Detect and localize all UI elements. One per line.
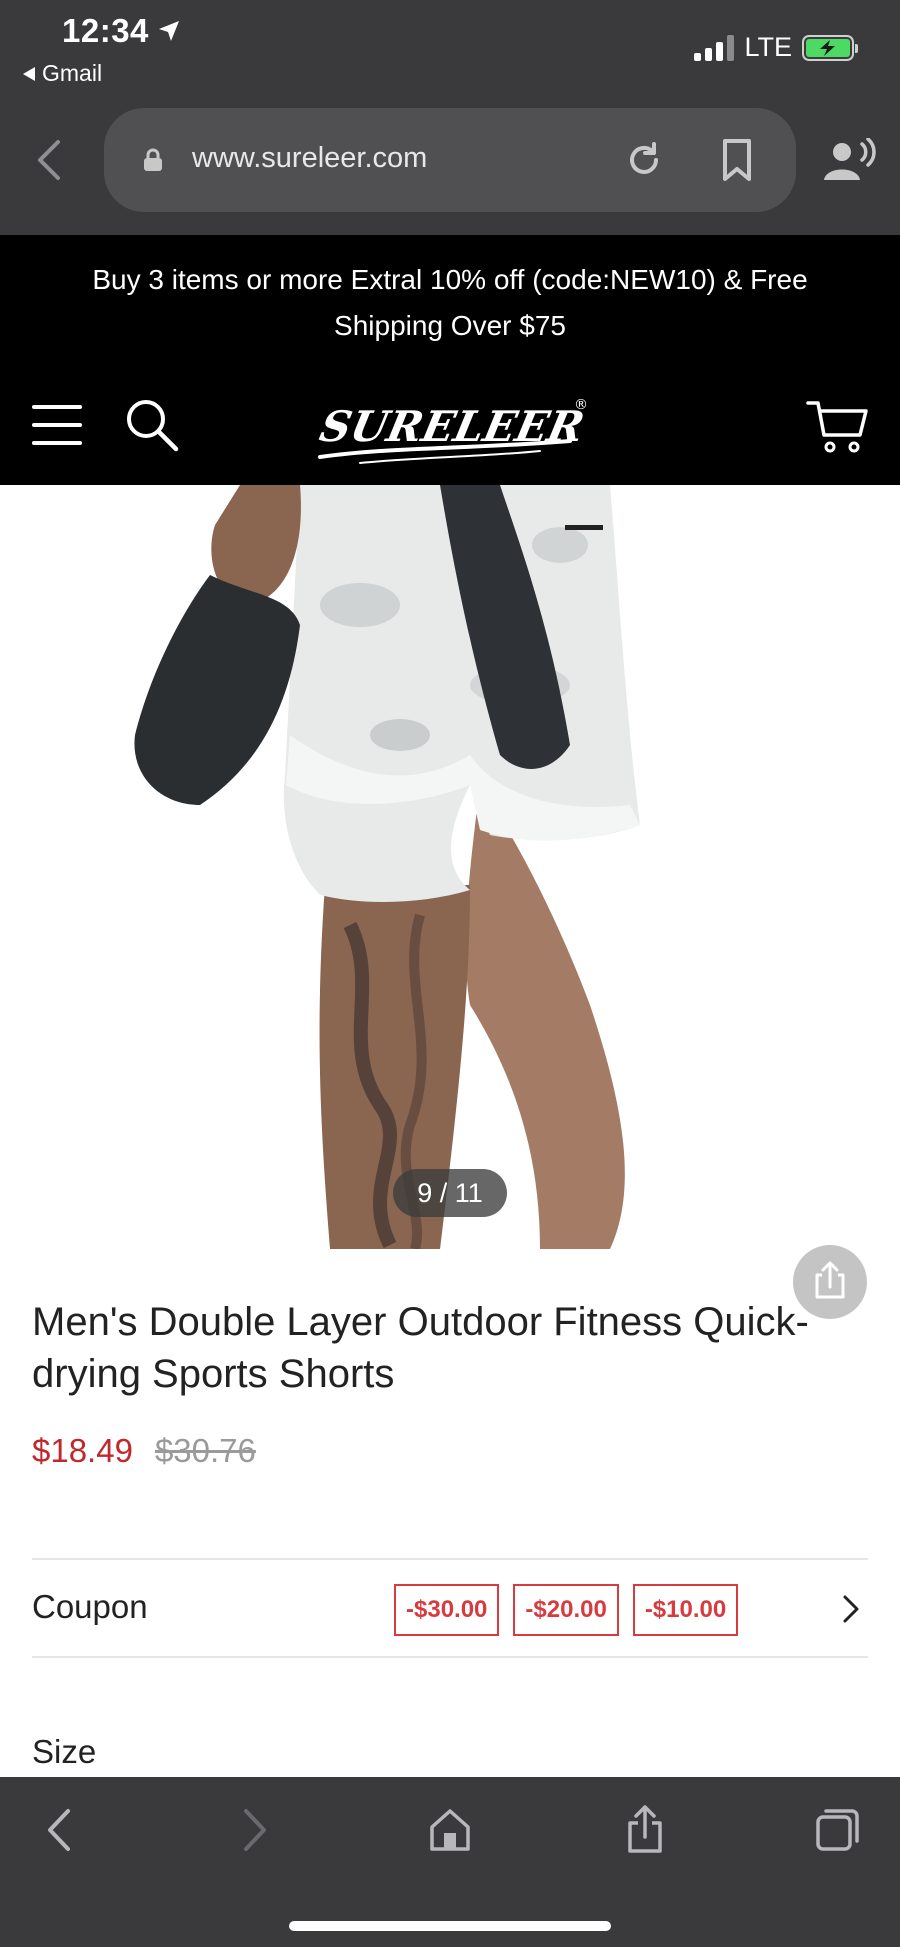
promo-banner: Buy 3 items or more Extral 10% off (code… xyxy=(0,235,900,367)
status-time-text: 12:34 xyxy=(62,12,149,49)
status-time: 12:34 xyxy=(62,12,181,50)
address-bar[interactable]: www.sureleer.com xyxy=(104,108,796,212)
coupon-tag[interactable]: -$30.00 xyxy=(394,1584,500,1636)
lock-icon xyxy=(144,148,162,171)
back-app-label: Gmail xyxy=(42,60,103,86)
image-counter-text: 9 / 11 xyxy=(417,1178,483,1208)
browser-back-icon[interactable] xyxy=(30,138,70,182)
price-row: $18.49 $30.76 xyxy=(32,1432,256,1470)
coupon-label: Coupon xyxy=(32,1588,148,1625)
product-image[interactable] xyxy=(0,485,900,1249)
url-text: www.sureleer.com xyxy=(192,142,428,174)
tabs-icon[interactable] xyxy=(814,1805,862,1855)
site-header: SURELEER ® xyxy=(0,367,900,485)
product-title: Men's Double Layer Outdoor Fitness Quick… xyxy=(32,1300,809,1396)
menu-icon[interactable] xyxy=(32,405,82,449)
reload-icon[interactable] xyxy=(624,140,664,180)
back-to-app-link[interactable]: Gmail xyxy=(22,60,102,87)
coupon-tag[interactable]: -$10.00 xyxy=(632,1584,739,1636)
status-indicators: LTE xyxy=(694,32,858,63)
back-triangle-icon xyxy=(23,66,35,81)
original-price: $30.76 xyxy=(154,1432,256,1469)
coupon-tags: -$30.00 -$20.00 -$10.00 xyxy=(394,1584,739,1636)
bookmark-icon[interactable] xyxy=(720,138,754,182)
network-type: LTE xyxy=(744,32,792,62)
back-icon[interactable] xyxy=(44,1805,74,1855)
search-icon[interactable] xyxy=(124,397,180,453)
coupon-row[interactable]: Coupon -$30.00 -$20.00 -$10.00 xyxy=(32,1558,868,1658)
promo-text: Buy 3 items or more Extral 10% off (code… xyxy=(92,264,808,341)
reader-speaker-icon[interactable] xyxy=(820,138,876,184)
coupon-tag[interactable]: -$20.00 xyxy=(513,1584,619,1636)
browser-bottom-toolbar xyxy=(0,1777,900,1947)
home-indicator xyxy=(289,1921,611,1931)
share-page-icon[interactable] xyxy=(624,1805,666,1855)
forward-icon[interactable] xyxy=(240,1805,270,1855)
sale-price: $18.49 xyxy=(32,1432,133,1469)
cart-icon[interactable] xyxy=(806,397,868,455)
address-row: www.sureleer.com xyxy=(0,108,900,214)
home-icon[interactable] xyxy=(428,1805,472,1855)
battery-charging-icon xyxy=(802,34,858,61)
signal-icon xyxy=(694,34,735,61)
location-arrow-icon xyxy=(158,21,179,41)
site-logo[interactable]: SURELEER ® xyxy=(300,389,600,469)
browser-top-chrome: 12:34 Gmail LTE www.sureleer.com xyxy=(0,0,900,235)
chevron-right-icon[interactable] xyxy=(842,1594,860,1624)
image-counter: 9 / 11 xyxy=(393,1169,507,1217)
logo-registered-mark: ® xyxy=(574,397,588,413)
size-label: Size xyxy=(32,1733,97,1770)
